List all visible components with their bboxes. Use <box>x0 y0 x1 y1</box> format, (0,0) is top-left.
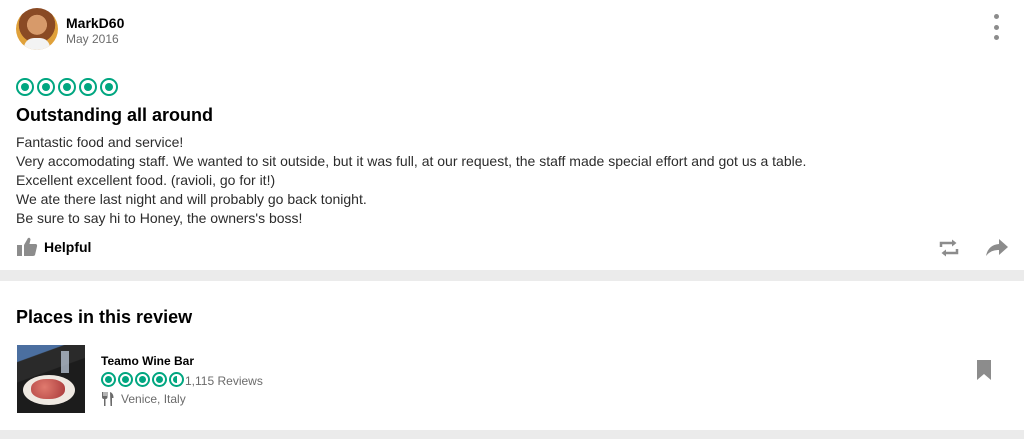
review-date: May 2016 <box>66 32 119 46</box>
review-body-line: Excellent excellent food. (ravioli, go f… <box>16 172 276 188</box>
helpful-button[interactable]: Helpful <box>16 237 91 257</box>
place-location: Venice, Italy <box>101 392 186 406</box>
bookmark-icon[interactable] <box>976 360 992 380</box>
rating-bubble-icon <box>100 78 118 96</box>
repost-icon[interactable] <box>937 237 961 259</box>
review-body-line: Very accomodating staff. We wanted to si… <box>16 153 807 169</box>
review-card: MarkD60 May 2016 Outstanding all around … <box>0 0 1024 270</box>
rating-bubble-icon <box>58 78 76 96</box>
rating-half-bubble-icon <box>169 372 184 387</box>
review-body-line: Fantastic food and service! <box>16 134 184 150</box>
place-review-count[interactable]: 1,115 Reviews <box>185 374 263 388</box>
avatar[interactable] <box>16 8 58 50</box>
place-name[interactable]: Teamo Wine Bar <box>101 354 194 368</box>
place-location-label: Venice, Italy <box>121 392 186 406</box>
rating-bubble-icon <box>16 78 34 96</box>
rating-bubble-icon <box>118 372 133 387</box>
rating-bubble-icon <box>79 78 97 96</box>
place-photo[interactable] <box>17 345 85 413</box>
rating-bubble-icon <box>135 372 150 387</box>
rating-bubble-icon <box>101 372 116 387</box>
fork-knife-icon <box>102 392 114 406</box>
more-options-icon[interactable] <box>990 14 1002 40</box>
places-heading: Places in this review <box>16 307 193 327</box>
share-arrow-icon[interactable] <box>985 238 1009 258</box>
place-rating <box>101 372 184 387</box>
review-title: Outstanding all around <box>16 105 213 125</box>
reviewer-name[interactable]: MarkD60 <box>66 15 124 31</box>
rating-bubble-icon <box>152 372 167 387</box>
helpful-label: Helpful <box>44 239 92 255</box>
review-body-line: We ate there last night and will probabl… <box>16 191 367 207</box>
rating-bubble-icon <box>37 78 55 96</box>
review-rating <box>16 78 118 96</box>
review-body-line: Be sure to say hi to Honey, the owners's… <box>16 210 303 226</box>
thumbs-up-icon <box>17 237 38 256</box>
review-body: Fantastic food and service! Very accomod… <box>16 133 976 228</box>
